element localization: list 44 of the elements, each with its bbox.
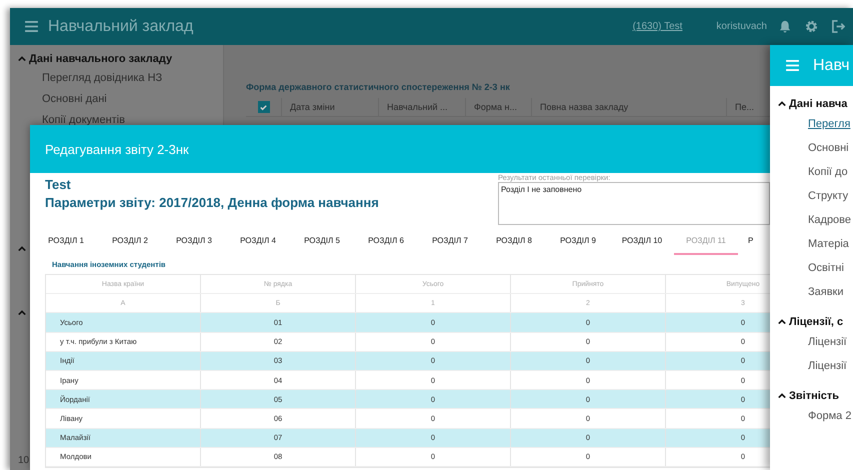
drawer-item[interactable]: Структу	[770, 184, 853, 208]
section-tab[interactable]: РОЗДІЛ 6	[354, 231, 418, 255]
select-all-checkbox[interactable]	[258, 101, 270, 113]
drawer-item[interactable]: Заявки	[770, 280, 853, 304]
drawer-item[interactable]: Матеріа	[770, 232, 853, 256]
settings-icon[interactable]	[805, 20, 818, 33]
drawer-item[interactable]: Освітні	[770, 256, 853, 280]
drawer-item[interactable]: Ліцензії	[770, 330, 853, 354]
section-tab[interactable]: РОЗДІЛ 9	[546, 231, 610, 255]
user-name: koristuvach	[716, 21, 767, 32]
institution-name: Test	[45, 176, 72, 193]
drawer-item[interactable]: Ліцензії	[770, 354, 853, 378]
drawer-section-title[interactable]: Дані навча	[789, 98, 848, 110]
drawer-item[interactable]: Форма 2	[770, 404, 853, 428]
chevron-icon[interactable]	[778, 392, 786, 400]
drawer-item[interactable]: Перегля	[770, 112, 853, 136]
menu-icon[interactable]	[25, 21, 38, 32]
section-tab[interactable]: РОЗДІЛ 2	[98, 231, 162, 255]
drawer-item[interactable]: Основні	[770, 136, 853, 160]
section-tab[interactable]: РОЗДІЛ 10	[610, 231, 674, 255]
footer-text: 10.	[18, 455, 32, 466]
drawer-item[interactable]: Копії до	[770, 160, 853, 184]
sidebar-section-title[interactable]: Дані навчального закладу	[29, 53, 172, 65]
logout-icon[interactable]	[832, 20, 845, 33]
checkmark-icon	[259, 102, 268, 112]
dialog-title: Редагування звіту 2-3нк	[45, 142, 189, 156]
drawer-title: Навч	[813, 56, 850, 74]
bell-icon[interactable]	[779, 20, 791, 33]
app-title: Навчальний заклад	[48, 18, 194, 36]
report-parameters: Параметри звіту: 2017/2018, Денна форма навчання	[45, 194, 380, 212]
form-title: Форма державного статистичного спостереження № 2-3 нк	[246, 82, 511, 92]
drawer-section-title[interactable]: Ліцензії, с	[789, 316, 844, 328]
section-tab[interactable]: РОЗДІЛ 7	[418, 231, 482, 255]
chevron-icon[interactable]	[778, 318, 786, 326]
section-tab[interactable]: РОЗДІЛ 4	[226, 231, 290, 255]
section-tab[interactable]: РОЗДІЛ 3	[162, 231, 226, 255]
section-tab[interactable]: РОЗДІЛ 5	[290, 231, 354, 255]
drawer-item[interactable]: Кадрове	[770, 208, 853, 232]
drawer-section-title[interactable]: Звітність	[789, 390, 840, 402]
section-tab[interactable]: РОЗДІЛ 8	[482, 231, 546, 255]
check-results-field[interactable]: Розділ І не заповнено	[498, 182, 770, 225]
chevron-icon[interactable]	[778, 100, 786, 108]
section-tab[interactable]: Р	[738, 231, 768, 255]
section-tab[interactable]: РОЗДІЛ 1	[34, 231, 98, 255]
